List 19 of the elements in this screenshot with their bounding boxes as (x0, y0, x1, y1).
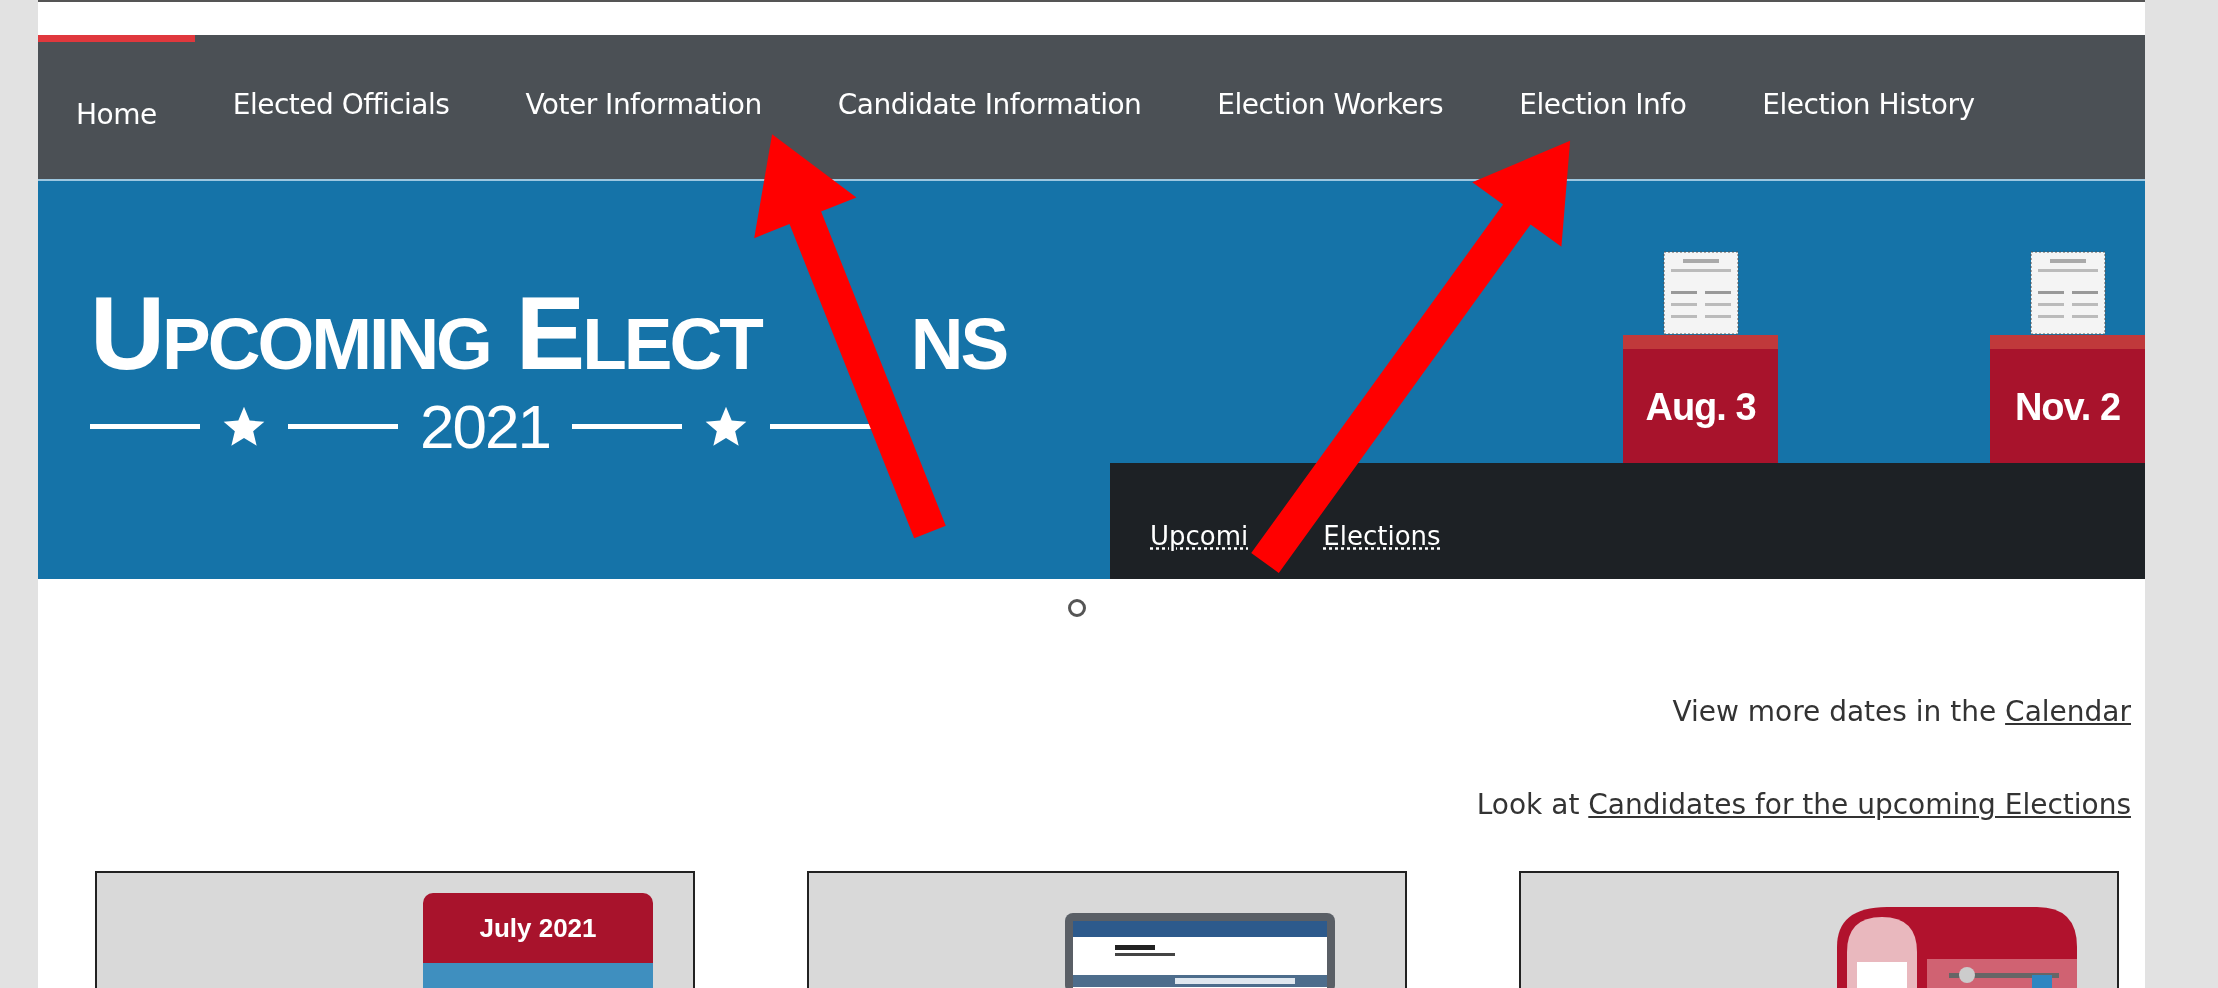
election-date: Aug. 3 (1645, 385, 1756, 429)
banner-year: 2021 (420, 391, 550, 462)
upcoming-elections-link[interactable]: Elections (1323, 521, 1441, 551)
info-text: View more dates in the Calendar (1672, 695, 2131, 728)
nav-link[interactable]: Voter Information (487, 35, 800, 141)
nav-link[interactable]: Election Info (1481, 35, 1725, 141)
nav-link[interactable]: Home (38, 35, 195, 151)
election-date: Nov. 2 (2014, 385, 2121, 429)
nav-link[interactable]: Elected Officials (194, 35, 488, 141)
nav-link[interactable]: Election History (1724, 35, 2013, 141)
info-text: Look at Candidates for the upcoming Elections (1476, 788, 2131, 821)
info-link[interactable]: Candidates for the upcoming Elections (1588, 788, 2131, 821)
info-link[interactable]: Calendar (2005, 695, 2131, 728)
banner-title: ns (910, 281, 1007, 385)
upcoming-elections-link[interactable]: Upcomi (1150, 521, 1249, 551)
nav-link[interactable]: Election Workers (1179, 35, 1482, 141)
banner-title: Upcoming Elect (90, 281, 761, 385)
nav-link[interactable]: Candidate Information (799, 35, 1180, 141)
calendar-drawing: July 2021 (423, 893, 653, 988)
